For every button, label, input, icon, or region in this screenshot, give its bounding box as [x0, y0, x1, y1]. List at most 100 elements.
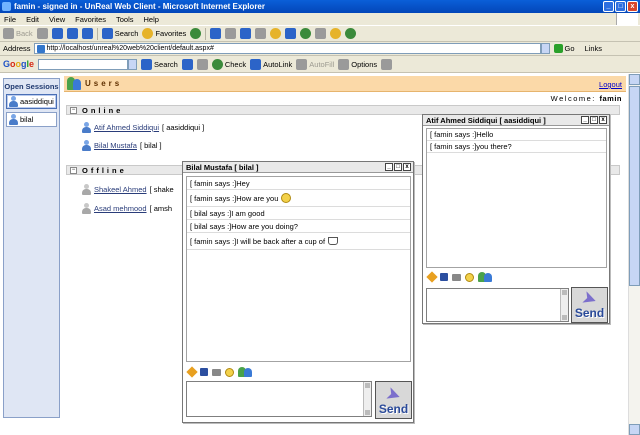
chat-titlebar[interactable]: Atif Ahmed Siddiqui [ aasiddiqui ] _ □ x — [423, 115, 609, 126]
address-bar: Address http://localhost/unreal%20web%20… — [0, 42, 640, 56]
discuss-icon[interactable] — [255, 28, 267, 39]
folder-icon[interactable] — [270, 28, 282, 39]
emoticon-icon[interactable] — [225, 367, 234, 377]
invite-users-icon[interactable] — [238, 367, 252, 377]
google-search-input[interactable] — [38, 58, 129, 70]
stop-icon[interactable] — [51, 28, 63, 39]
home-icon[interactable] — [81, 28, 93, 39]
messenger-icon[interactable] — [285, 28, 297, 39]
google-search-dropdown[interactable] — [128, 58, 138, 70]
smiley-icon[interactable] — [330, 28, 342, 39]
chat-minimize-button[interactable]: _ — [385, 163, 393, 171]
user-row-aasiddiqui[interactable]: Atif Ahmed Siddiqui [ aasiddiqui ] — [82, 122, 204, 133]
user-row-asad[interactable]: Asad mehmood [ amsh — [82, 203, 172, 214]
emoticon-icon[interactable] — [465, 272, 474, 282]
chat-close-button[interactable]: x — [403, 163, 411, 171]
ie-icon — [2, 2, 11, 11]
standard-toolbar: Back Search Favorites — [0, 25, 640, 42]
save-icon[interactable] — [200, 368, 208, 376]
session-item-aasiddiqui[interactable]: aasiddiqui — [6, 94, 57, 109]
maximize-button[interactable]: □ — [615, 1, 626, 12]
research-icon[interactable] — [300, 28, 312, 39]
user-name-link[interactable]: Shakeel Ahmed — [94, 185, 147, 194]
check-icon — [211, 58, 223, 70]
autofill-button[interactable]: AutoFill — [296, 58, 334, 70]
menu-help[interactable]: Help — [144, 15, 159, 24]
favorites-button[interactable]: Favorites — [142, 28, 186, 39]
collapse-icon[interactable]: − — [70, 166, 77, 174]
address-dropdown-button[interactable] — [540, 43, 550, 54]
user-offline-icon — [82, 203, 91, 214]
page-scrollbar[interactable] — [628, 74, 640, 435]
print-icon[interactable] — [225, 28, 237, 39]
user-handle: [ aasiddiqui ] — [162, 123, 205, 132]
chat-titlebar[interactable]: Bilal Mustafa [ bilal ] _ □ x — [183, 162, 413, 173]
google-search-button[interactable]: Search — [141, 58, 178, 70]
minimize-button[interactable]: _ — [603, 1, 614, 12]
chat-input-scrollbar[interactable] — [363, 382, 371, 416]
chat-message-list[interactable]: [ famin says :]Hello [ famin says :]you … — [426, 128, 607, 268]
autofill-icon — [296, 58, 308, 70]
forward-arrow-icon[interactable] — [36, 28, 48, 39]
coffee-cup-emoticon-icon — [328, 237, 339, 245]
save-icon[interactable] — [440, 273, 448, 281]
highlighter-icon[interactable] — [381, 58, 393, 70]
links-button[interactable]: Links — [585, 44, 603, 53]
google-logo[interactable]: Google — [3, 59, 34, 69]
refresh-icon[interactable] — [66, 28, 78, 39]
logout-link[interactable]: Logout — [599, 80, 622, 89]
scroll-up-button[interactable] — [629, 74, 640, 85]
menu-view[interactable]: View — [49, 15, 65, 24]
menu-bar: File Edit View Favorites Tools Help — [0, 13, 640, 25]
search-button[interactable]: Search — [101, 28, 138, 39]
menu-file[interactable]: File — [4, 15, 16, 24]
back-button[interactable]: Back — [3, 28, 33, 39]
user-name-link[interactable]: Bilal Mustafa — [94, 141, 137, 150]
chat-input-scrollbar[interactable] — [560, 289, 568, 321]
session-item-bilal[interactable]: bilal — [6, 112, 57, 127]
tool-icon[interactable] — [315, 28, 327, 39]
addon-icon[interactable] — [345, 28, 357, 39]
toolbar-menu-icon[interactable] — [196, 58, 208, 70]
invite-users-icon[interactable] — [478, 272, 492, 282]
address-input[interactable]: http://localhost/unreal%20web%20client/d… — [33, 43, 541, 54]
window-title: famin - signed in - UnReal Web Client - … — [14, 2, 265, 11]
collapse-icon[interactable]: − — [70, 106, 77, 114]
print-icon[interactable] — [452, 273, 461, 281]
user-row-bilal[interactable]: Bilal Mustafa [ bilal ] — [82, 140, 162, 151]
menu-favorites[interactable]: Favorites — [75, 15, 106, 24]
autolink-icon — [250, 58, 262, 70]
scroll-down-button[interactable] — [629, 424, 640, 435]
scroll-thumb[interactable] — [629, 86, 640, 286]
chat-minimize-button[interactable]: _ — [581, 116, 589, 124]
chat-toolbar — [186, 366, 252, 378]
mail-icon[interactable] — [210, 28, 222, 39]
online-label: Online — [82, 105, 124, 115]
user-name-link[interactable]: Atif Ahmed Siddiqui — [94, 123, 159, 132]
chat-message-list[interactable]: [ famin says :]Hey [ famin says :]How ar… — [186, 176, 411, 362]
chat-close-button[interactable]: x — [599, 116, 607, 124]
autolink-button[interactable]: AutoLink — [250, 58, 292, 70]
send-button[interactable]: Send — [375, 381, 412, 419]
pencil-icon[interactable] — [186, 366, 198, 378]
spell-check-button[interactable]: Check — [211, 58, 246, 70]
menu-tools[interactable]: Tools — [116, 15, 134, 24]
send-icon — [582, 291, 597, 306]
user-row-shakeel[interactable]: Shakeel Ahmed [ shake — [82, 184, 174, 195]
options-button[interactable]: Options — [338, 58, 377, 70]
go-button[interactable]: Go — [553, 44, 575, 53]
chat-maximize-button[interactable]: □ — [394, 163, 402, 171]
close-button[interactable]: x — [627, 1, 638, 12]
user-name-link[interactable]: Asad mehmood — [94, 204, 147, 213]
edit-icon[interactable] — [240, 28, 252, 39]
popup-blocker-icon[interactable] — [181, 58, 193, 70]
user-online-icon — [82, 122, 91, 133]
chat-input[interactable] — [426, 288, 569, 322]
chat-maximize-button[interactable]: □ — [590, 116, 598, 124]
history-icon[interactable] — [190, 28, 202, 39]
chat-input[interactable] — [186, 381, 372, 417]
pencil-icon[interactable] — [426, 271, 438, 283]
send-button[interactable]: Send — [571, 287, 608, 323]
print-icon[interactable] — [212, 368, 221, 376]
menu-edit[interactable]: Edit — [26, 15, 39, 24]
